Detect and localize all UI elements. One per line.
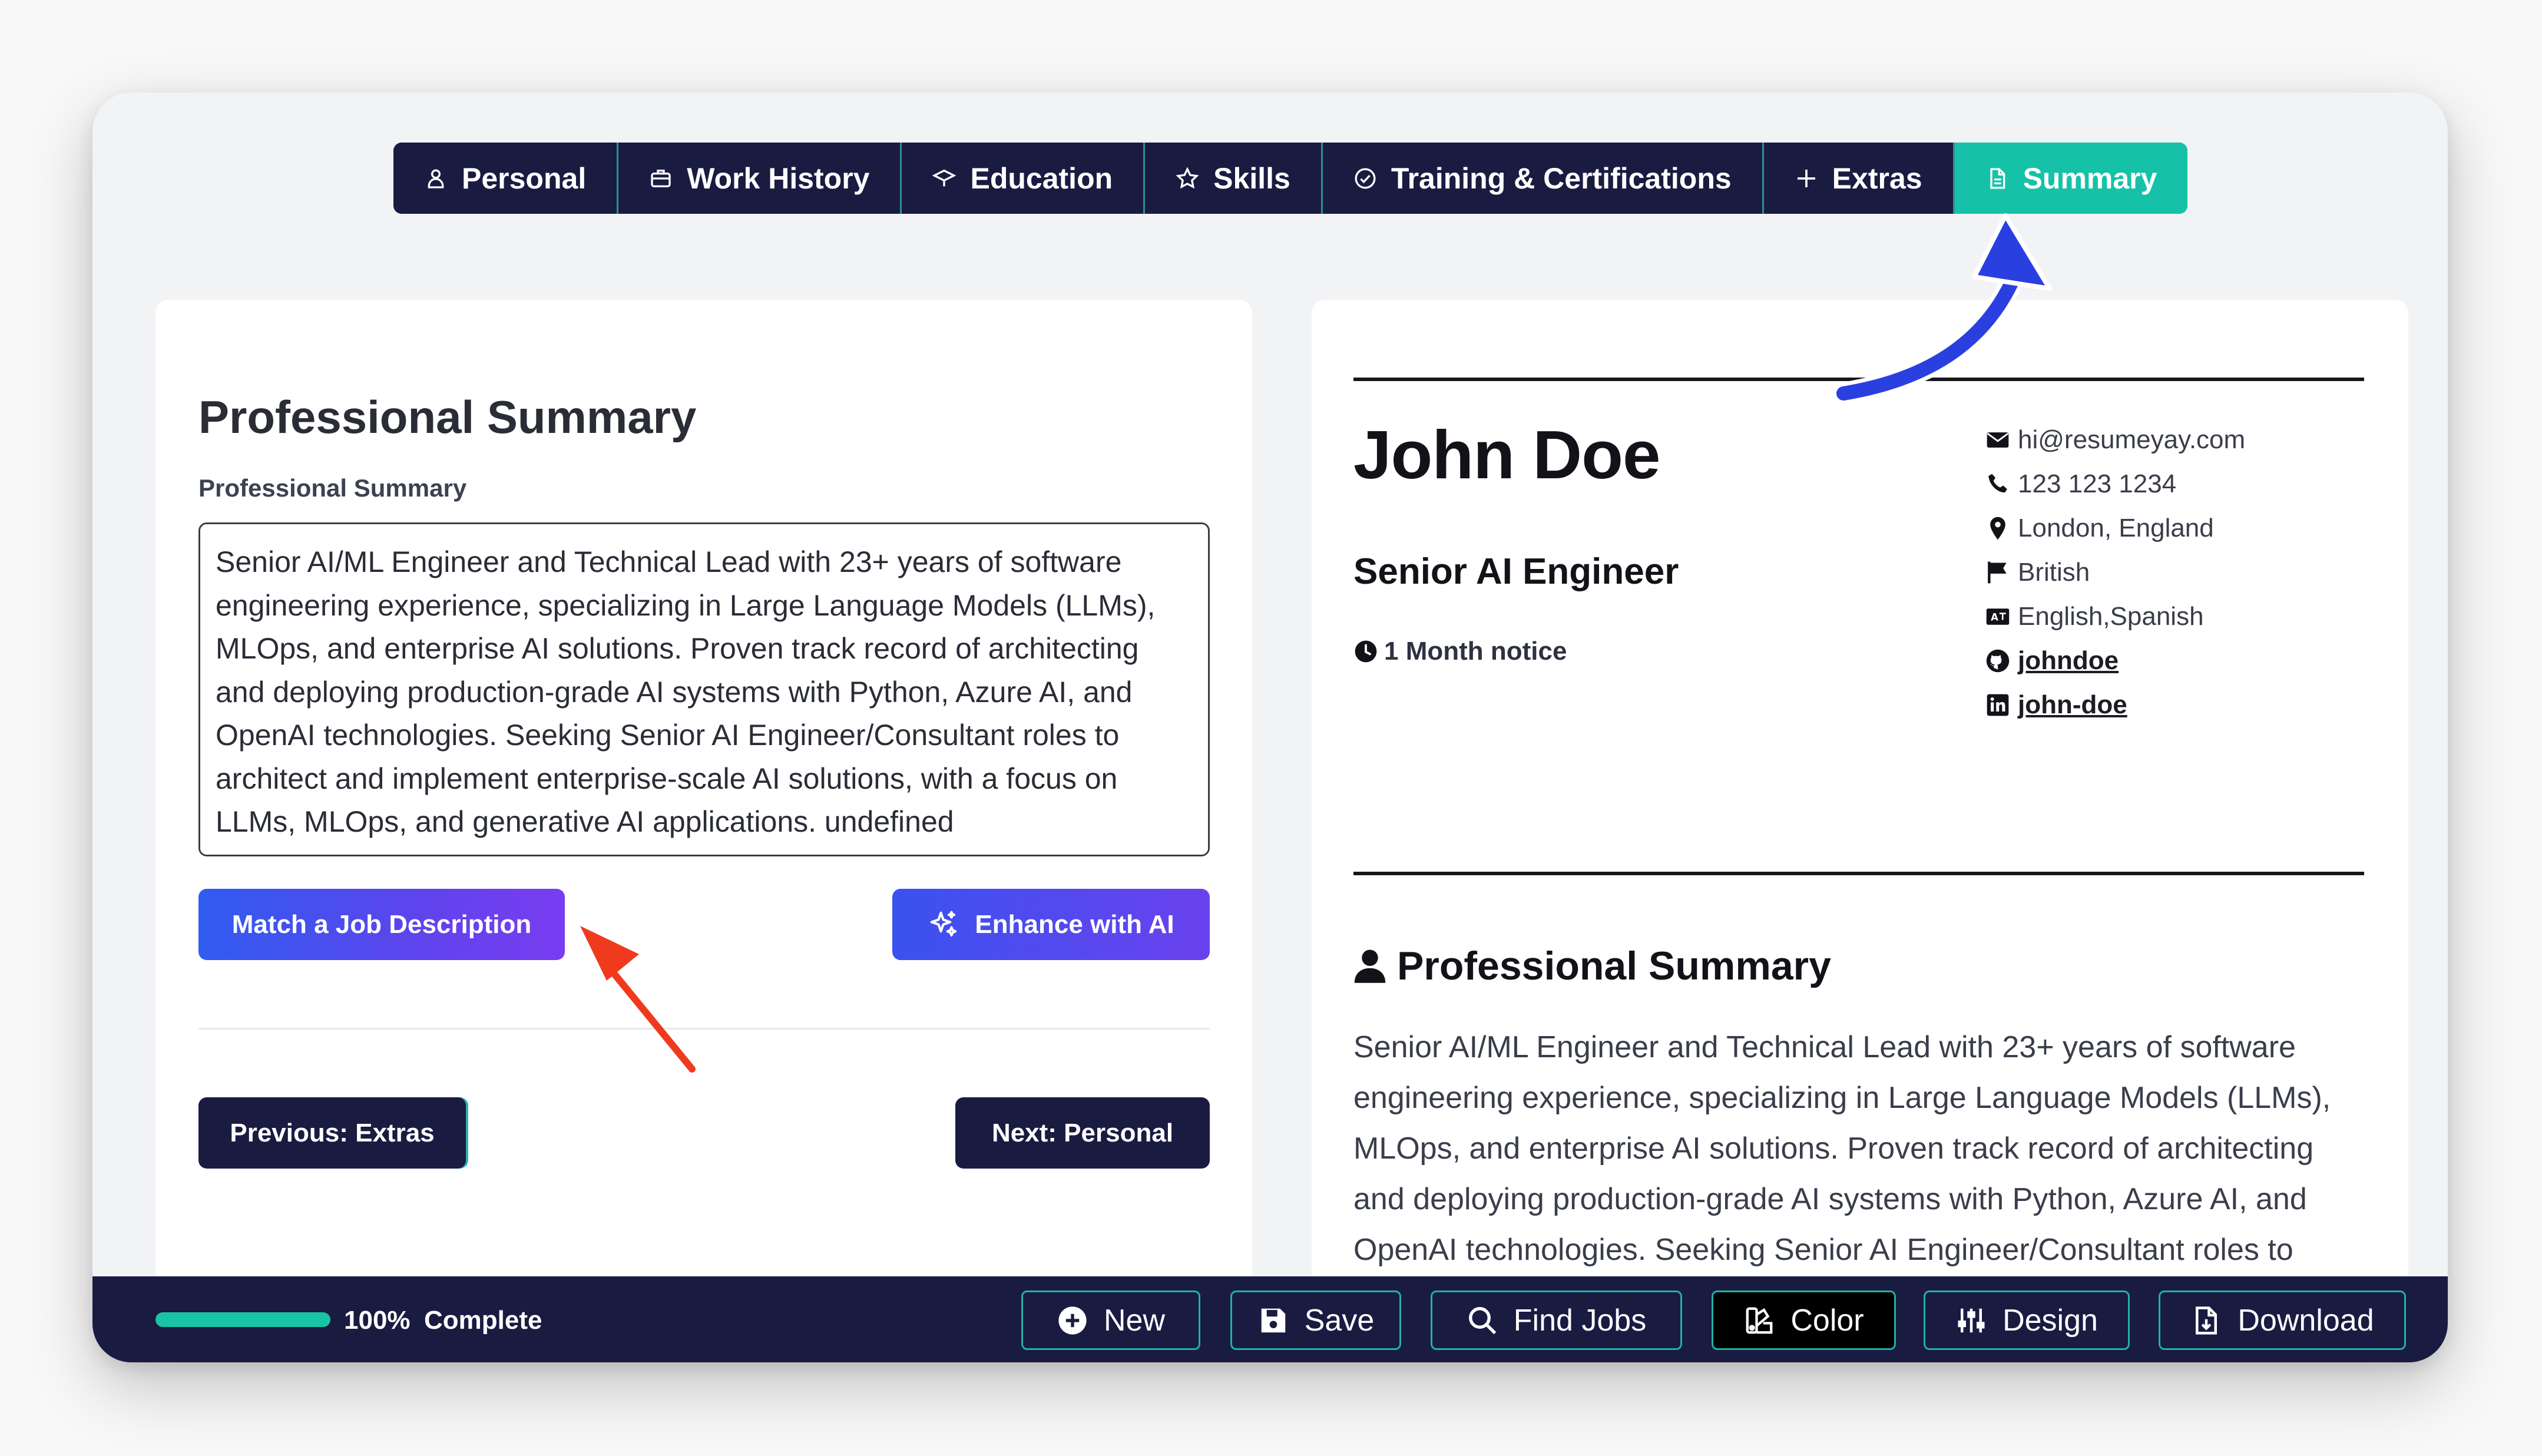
tab-label: Summary: [2023, 161, 2157, 195]
floppy-disk-icon: [1261, 1308, 1285, 1332]
notice-text: 1 Month notice: [1384, 637, 1567, 666]
graduation-cap-icon: [932, 169, 956, 186]
progress-label: Complete: [424, 1306, 542, 1335]
flag-icon: [1988, 561, 2007, 583]
notice-period: 1 Month notice: [1353, 637, 1567, 666]
tab-education[interactable]: Education: [902, 143, 1146, 214]
contact-nationality: British: [1985, 550, 2245, 594]
linkedin-link[interactable]: john-doe: [2018, 690, 2127, 720]
contact-github: johndoe: [1985, 638, 2245, 683]
summary-textarea[interactable]: Senior AI/ML Engineer and Technical Lead…: [198, 522, 1210, 856]
resume-name: John Doe: [1353, 416, 1660, 493]
tab-label: Extras: [1832, 161, 1922, 195]
plus-circle-icon: [1058, 1306, 1087, 1335]
divider: [1353, 378, 2364, 381]
new-button[interactable]: New: [1021, 1290, 1200, 1350]
divider: [1353, 872, 2364, 875]
user-icon: [1354, 949, 1386, 983]
plus-icon: [1797, 169, 1815, 187]
resume-section-title: Professional Summary: [1353, 943, 1831, 989]
download-button[interactable]: Download: [2159, 1290, 2406, 1350]
contact-email: hi@resumeyay.com: [1985, 418, 2245, 462]
tab-label: Work History: [687, 161, 870, 195]
match-job-description-button[interactable]: Match a Job Description: [198, 889, 565, 960]
star-icon: [1176, 166, 1199, 188]
tab-label: Training & Certifications: [1391, 161, 1732, 195]
tab-training-certifications[interactable]: Training & Certifications: [1322, 143, 1764, 214]
enhance-label: Enhance with AI: [975, 909, 1174, 939]
section-tabs: Personal Work History Education Skills T…: [393, 143, 2188, 214]
contact-phone: 123 123 1234: [1985, 462, 2245, 506]
contact-languages: A English,Spanish: [1985, 594, 2245, 638]
github-icon: [1986, 649, 2010, 672]
page-title: Professional Summary: [198, 391, 697, 443]
tab-summary[interactable]: Summary: [1954, 143, 2188, 214]
resume-role: Senior AI Engineer: [1353, 551, 1679, 592]
language-icon: A: [1986, 608, 2010, 625]
progress-percent: 100%: [344, 1306, 411, 1335]
editor-panel: Professional Summary Professional Summar…: [155, 300, 1252, 1362]
document-icon: [1990, 168, 2005, 188]
tab-label: Skills: [1213, 161, 1290, 195]
contact-linkedin: john-doe: [1985, 683, 2245, 727]
github-link[interactable]: johndoe: [2018, 646, 2119, 676]
map-pin-icon: [1990, 517, 2005, 540]
file-download-icon: [2196, 1306, 2217, 1335]
briefcase-icon: [651, 169, 671, 187]
save-button[interactable]: Save: [1230, 1290, 1401, 1350]
tab-skills[interactable]: Skills: [1145, 143, 1323, 214]
check-circle-icon: [1355, 168, 1376, 188]
find-jobs-button[interactable]: Find Jobs: [1431, 1290, 1682, 1350]
phone-icon: [1988, 474, 2007, 492]
svg-text:A: A: [1991, 611, 1998, 623]
color-button[interactable]: Color: [1712, 1290, 1896, 1350]
search-icon: [1468, 1306, 1497, 1334]
sliders-icon: [1958, 1308, 1985, 1332]
summary-field-label: Professional Summary: [198, 474, 467, 502]
contact-list: hi@resumeyay.com 123 123 1234 London, En…: [1985, 418, 2245, 727]
tab-personal[interactable]: Personal: [393, 143, 619, 214]
linkedin-icon: [1987, 694, 2009, 716]
previous-button[interactable]: Previous: Extras: [198, 1097, 466, 1169]
clock-icon: [1355, 640, 1377, 663]
app-window: Personal Work History Education Skills T…: [92, 92, 2448, 1362]
sparkles-icon: [931, 911, 957, 937]
tab-work-history[interactable]: Work History: [618, 143, 902, 214]
contact-location: London, England: [1985, 506, 2245, 550]
palette-icon: [1746, 1307, 1773, 1333]
enhance-with-ai-button[interactable]: Enhance with AI: [892, 889, 1210, 960]
divider: [198, 1028, 1210, 1030]
progress-bar: [155, 1312, 330, 1327]
tab-label: Personal: [462, 161, 587, 195]
bottom-action-bar: 100% Complete New Save Find Jobs Color D…: [92, 1276, 2448, 1362]
next-button[interactable]: Next: Personal: [955, 1097, 1210, 1169]
tab-extras[interactable]: Extras: [1763, 143, 1955, 214]
tab-label: Education: [970, 161, 1113, 195]
progress-fill: [155, 1312, 330, 1327]
envelope-icon: [1987, 432, 2009, 448]
user-icon: [428, 169, 444, 188]
resume-preview: John Doe Senior AI Engineer 1 Month noti…: [1312, 300, 2408, 1362]
design-button[interactable]: Design: [1924, 1290, 2130, 1350]
